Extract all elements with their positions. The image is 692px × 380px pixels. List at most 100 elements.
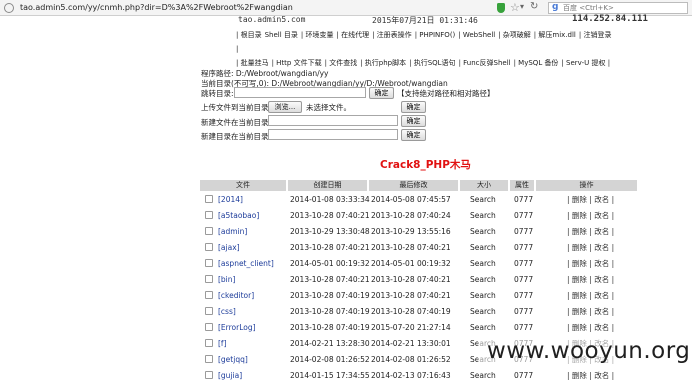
- shield-icon[interactable]: [497, 3, 505, 13]
- perm-cell: 0777: [514, 227, 534, 236]
- row-actions[interactable]: | 删除 | 改名 |: [567, 259, 614, 269]
- perm-cell: 0777: [514, 291, 534, 300]
- table-row: [admin] 2013-10-29 13:30:48 2013-10-29 13:…: [200, 224, 639, 240]
- row-checkbox[interactable]: [205, 355, 213, 363]
- row-checkbox[interactable]: [205, 227, 213, 235]
- row-actions[interactable]: | 删除 | 改名 |: [567, 307, 614, 317]
- row-checkbox[interactable]: [205, 307, 213, 315]
- menu-item-1[interactable]: Shell 目录: [265, 31, 298, 39]
- menu-item-4[interactable]: | 注册表操作: [372, 31, 412, 39]
- menu-item-6[interactable]: | WebShell: [458, 31, 495, 39]
- goto-button[interactable]: 确定: [369, 87, 394, 99]
- row-actions[interactable]: | 删除 | 改名 |: [567, 275, 614, 285]
- size-cell: Search: [470, 211, 496, 220]
- new-dir-input[interactable]: [268, 129, 398, 140]
- menu-item-17[interactable]: | Serv-U 提权 |: [561, 59, 610, 67]
- size-cell: Search: [470, 227, 496, 236]
- created-date: 2013-10-28 07:40:19: [290, 307, 370, 316]
- menu-item-5[interactable]: | PHPINFO(): [415, 31, 456, 39]
- row-checkbox[interactable]: [205, 259, 213, 267]
- new-dir-button[interactable]: 确定: [401, 129, 426, 141]
- menu-item-14[interactable]: | 执行SQL语句: [409, 59, 455, 67]
- file-name-link[interactable]: [2014]: [218, 195, 243, 205]
- row-checkbox[interactable]: [205, 339, 213, 347]
- row-checkbox[interactable]: [205, 211, 213, 219]
- menu-item-2[interactable]: | 环境变量: [301, 31, 334, 39]
- file-name-link[interactable]: [ajax]: [218, 243, 240, 253]
- file-name-link[interactable]: [css]: [218, 307, 236, 317]
- row-actions[interactable]: | 删除 | 改名 |: [567, 323, 614, 333]
- modified-date: 2015-07-20 21:27:14: [371, 323, 451, 332]
- host-name: tao.admin5.com: [238, 15, 306, 24]
- new-file-button[interactable]: 确定: [401, 115, 426, 127]
- file-name-link[interactable]: [ckeditor]: [218, 291, 254, 301]
- watermark: www.wooyun.org: [487, 338, 691, 364]
- globe-icon: [4, 3, 14, 13]
- header-created: 创建日期: [288, 180, 369, 191]
- created-date: 2013-10-28 07:40:21: [290, 243, 370, 252]
- row-actions[interactable]: | 删除 | 改名 |: [567, 211, 614, 221]
- table-row: [aspnet_client] 2014-05-01 00:19:32 2014-0…: [200, 256, 639, 272]
- menu-item-7[interactable]: | 杂项破解: [498, 31, 531, 39]
- menu-item-8[interactable]: | 解压mix.dll: [534, 31, 576, 39]
- menu-item-12[interactable]: | 文件查找: [325, 59, 358, 67]
- menu-item-0[interactable]: | 根目录: [236, 31, 262, 39]
- created-date: 2014-01-15 17:34:55: [290, 371, 370, 380]
- menu-item-11[interactable]: | Http 文件下载: [272, 59, 322, 67]
- menu-item-15[interactable]: | Func反弹Shell: [459, 59, 511, 67]
- file-name-link[interactable]: [admin]: [218, 227, 247, 237]
- menu-item-16[interactable]: | MySQL 备份: [514, 59, 559, 67]
- file-name-link[interactable]: [a5taobao]: [218, 211, 259, 221]
- modified-date: 2013-10-29 13:55:16: [371, 227, 451, 236]
- menu-item-3[interactable]: | 在线代理: [337, 31, 370, 39]
- perm-cell: 0777: [514, 211, 534, 220]
- file-name-link[interactable]: [f]: [218, 339, 227, 349]
- file-name-link[interactable]: [bin]: [218, 275, 235, 285]
- menu-item-13[interactable]: | 执行php脚本: [360, 59, 406, 67]
- row-actions[interactable]: | 删除 | 改名 |: [567, 227, 614, 237]
- row-actions[interactable]: | 删除 | 改名 |: [567, 371, 614, 380]
- size-cell: Search: [470, 323, 496, 332]
- file-name-link[interactable]: [aspnet_client]: [218, 259, 274, 269]
- size-cell: Search: [470, 195, 496, 204]
- table-row: [css] 2013-10-28 07:40:19 2013-10-28 07:40…: [200, 304, 639, 320]
- search-input[interactable]: [563, 3, 683, 13]
- modified-date: 2014-02-13 07:16:43: [371, 371, 451, 380]
- modified-date: 2014-02-21 13:30:01: [371, 339, 451, 348]
- new-file-input[interactable]: [268, 115, 398, 126]
- star-icon[interactable]: ☆: [510, 1, 520, 14]
- row-checkbox[interactable]: [205, 291, 213, 299]
- new-dir-label: 新建目录在当前目录:: [201, 132, 272, 141]
- size-cell: Search: [470, 307, 496, 316]
- header-size: 大小: [460, 180, 510, 191]
- reload-icon[interactable]: ↻: [530, 1, 538, 12]
- search-engine-icon[interactable]: g: [552, 2, 558, 12]
- menu-item-10[interactable]: | 批量挂马: [236, 59, 269, 67]
- search-box[interactable]: g: [548, 2, 688, 14]
- shell-menu: | 根目录 Shell 目录 | 环境变量 | 在线代理 | 注册表操作 | PHPINF…: [236, 28, 616, 70]
- file-name-link[interactable]: [ErrorLog]: [218, 323, 256, 333]
- size-cell: Search: [470, 371, 496, 380]
- perm-cell: 0777: [514, 323, 534, 332]
- chevron-down-icon[interactable]: ▾: [520, 2, 524, 11]
- goto-directory-input[interactable]: [234, 87, 366, 98]
- file-name-link[interactable]: [gujia]: [218, 371, 242, 380]
- row-actions[interactable]: | 删除 | 改名 |: [567, 243, 614, 253]
- server-ip: 114.252.84.111: [572, 14, 648, 24]
- row-checkbox[interactable]: [205, 371, 213, 379]
- table-row: [gujia] 2014-01-15 17:34:55 2014-02-13 07:…: [200, 368, 639, 380]
- row-actions[interactable]: | 删除 | 改名 |: [567, 291, 614, 301]
- modified-date: 2014-02-08 01:26:52: [371, 355, 451, 364]
- file-name-link[interactable]: [getjqq]: [218, 355, 248, 365]
- modified-date: 2014-05-01 00:19:32: [371, 259, 451, 268]
- created-date: 2013-10-28 07:40:19: [290, 323, 370, 332]
- browse-button[interactable]: 浏览...: [268, 101, 302, 113]
- row-checkbox[interactable]: [205, 243, 213, 251]
- upload-button[interactable]: 确定: [401, 101, 426, 113]
- row-checkbox[interactable]: [205, 195, 213, 203]
- table-row: [2014] 2014-01-08 03:33:34 2014-05-08 07:4…: [200, 192, 639, 208]
- row-checkbox[interactable]: [205, 275, 213, 283]
- row-checkbox[interactable]: [205, 323, 213, 331]
- row-actions[interactable]: | 删除 | 改名 |: [567, 195, 614, 205]
- address-field[interactable]: tao.admin5.com/yy/cnmh.php?dir=D%3A%2FWe…: [20, 2, 490, 14]
